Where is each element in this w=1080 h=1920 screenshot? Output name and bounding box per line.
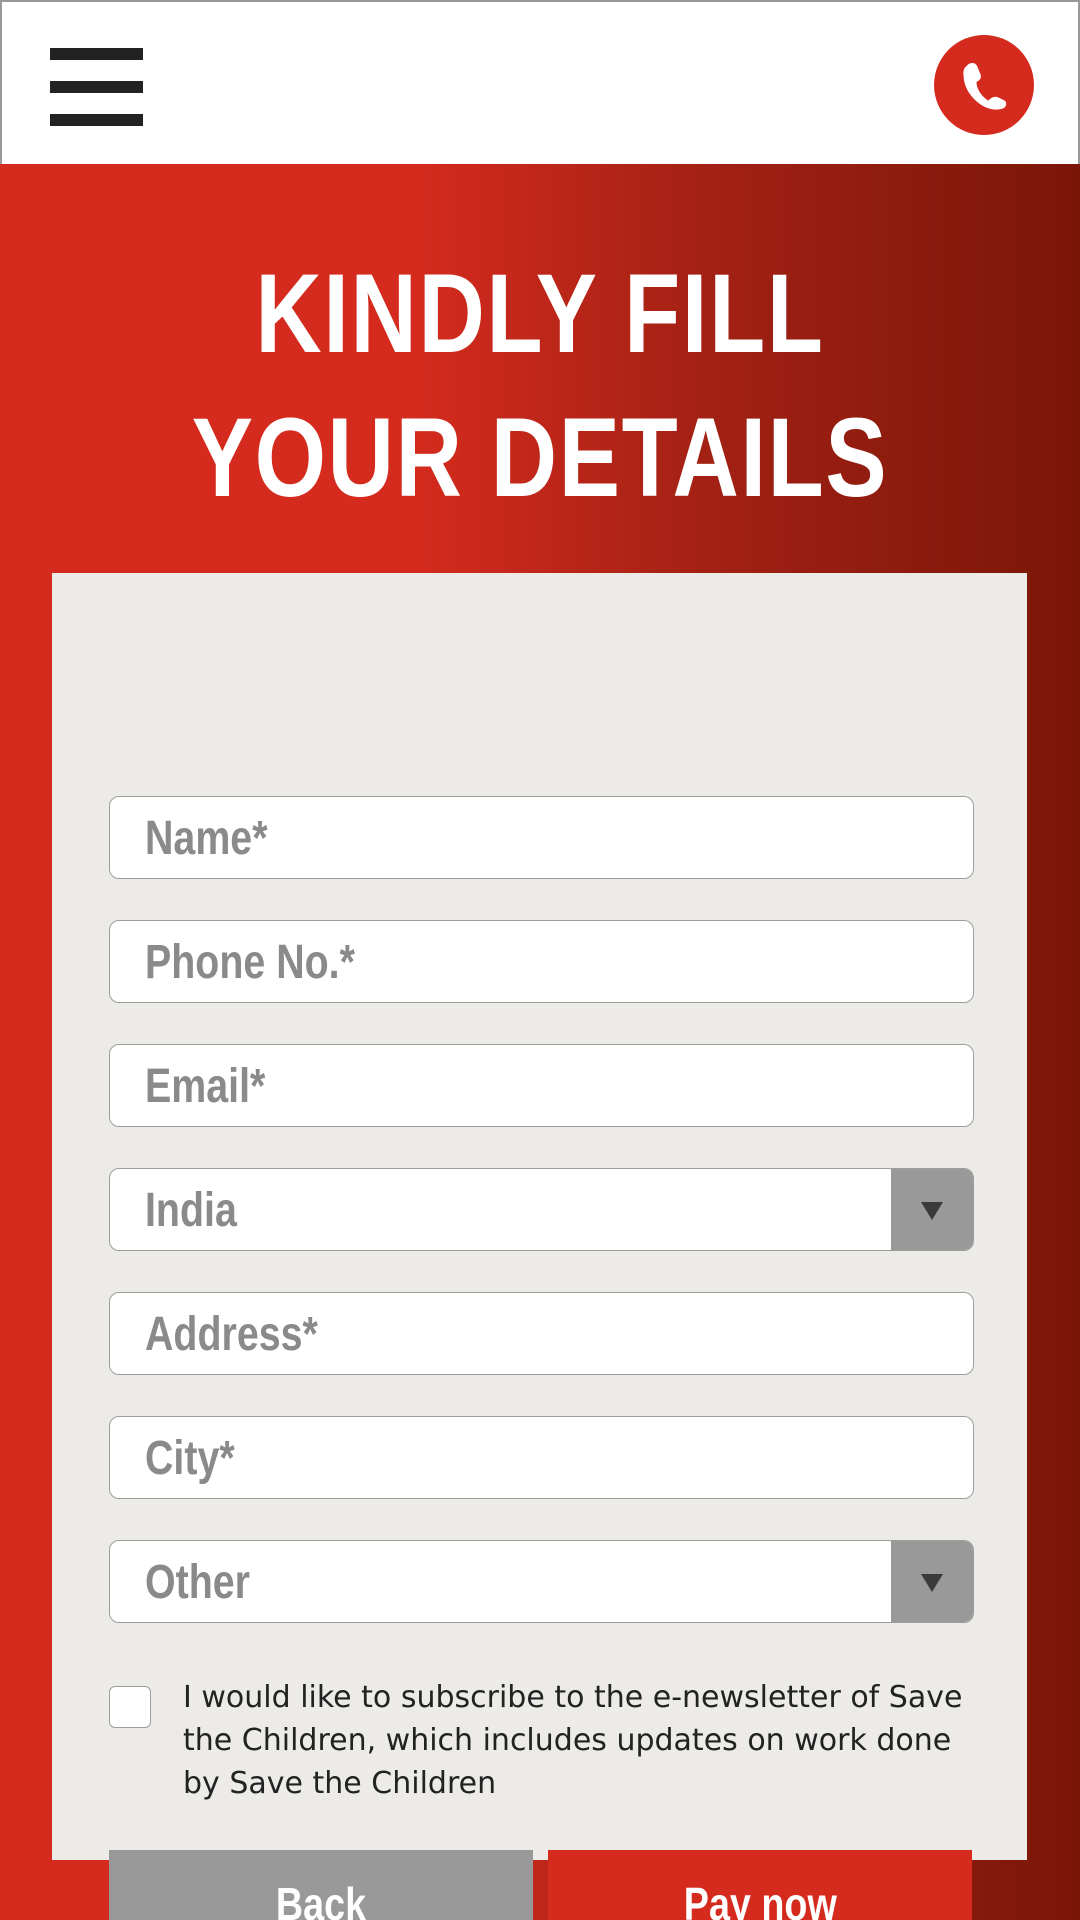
back-button[interactable]: Back: [109, 1850, 533, 1920]
top-bar: [0, 0, 1080, 164]
title-line-2: YOUR DETAILS: [191, 395, 889, 520]
state-dropdown-button[interactable]: [891, 1541, 973, 1622]
newsletter-label: I would like to subscribe to the e-newsl…: [183, 1680, 963, 1801]
details-form: Name* Phone No.* Email* India Address* C…: [52, 573, 1027, 1920]
name-field[interactable]: Name*: [109, 796, 974, 879]
page-title: KINDLY FILL YOUR DETAILS: [97, 242, 983, 530]
pay-now-button[interactable]: Pay now: [548, 1850, 972, 1920]
phone-icon: [963, 63, 1007, 110]
call-button[interactable]: [934, 35, 1034, 135]
email-field[interactable]: Email*: [109, 1044, 974, 1127]
title-line-1: KINDLY FILL: [255, 251, 825, 376]
phone-placeholder: Phone No.*: [145, 936, 355, 989]
triangle-down-icon: [921, 1573, 943, 1592]
state-selected-value: Other: [145, 1556, 250, 1609]
hamburger-menu-icon[interactable]: [50, 48, 143, 126]
country-selected-value: India: [145, 1184, 237, 1237]
triangle-down-icon: [921, 1201, 943, 1220]
address-placeholder: Address*: [145, 1308, 318, 1361]
name-placeholder: Name*: [145, 812, 268, 865]
newsletter-consent: I would like to subscribe to the e-newsl…: [109, 1676, 974, 1816]
hero-section: KINDLY FILL YOUR DETAILS Name* Phone No.…: [0, 164, 1080, 1920]
city-placeholder: City*: [145, 1432, 235, 1485]
newsletter-checkbox[interactable]: [109, 1686, 151, 1728]
address-field[interactable]: Address*: [109, 1292, 974, 1375]
email-placeholder: Email*: [145, 1060, 266, 1113]
country-dropdown-button[interactable]: [891, 1169, 973, 1250]
pay-now-button-label: Pay now: [683, 1878, 837, 1920]
phone-field[interactable]: Phone No.*: [109, 920, 974, 1003]
back-button-label: Back: [275, 1878, 367, 1920]
city-field[interactable]: City*: [109, 1416, 974, 1499]
state-select[interactable]: Other: [109, 1540, 974, 1623]
country-select[interactable]: India: [109, 1168, 974, 1251]
